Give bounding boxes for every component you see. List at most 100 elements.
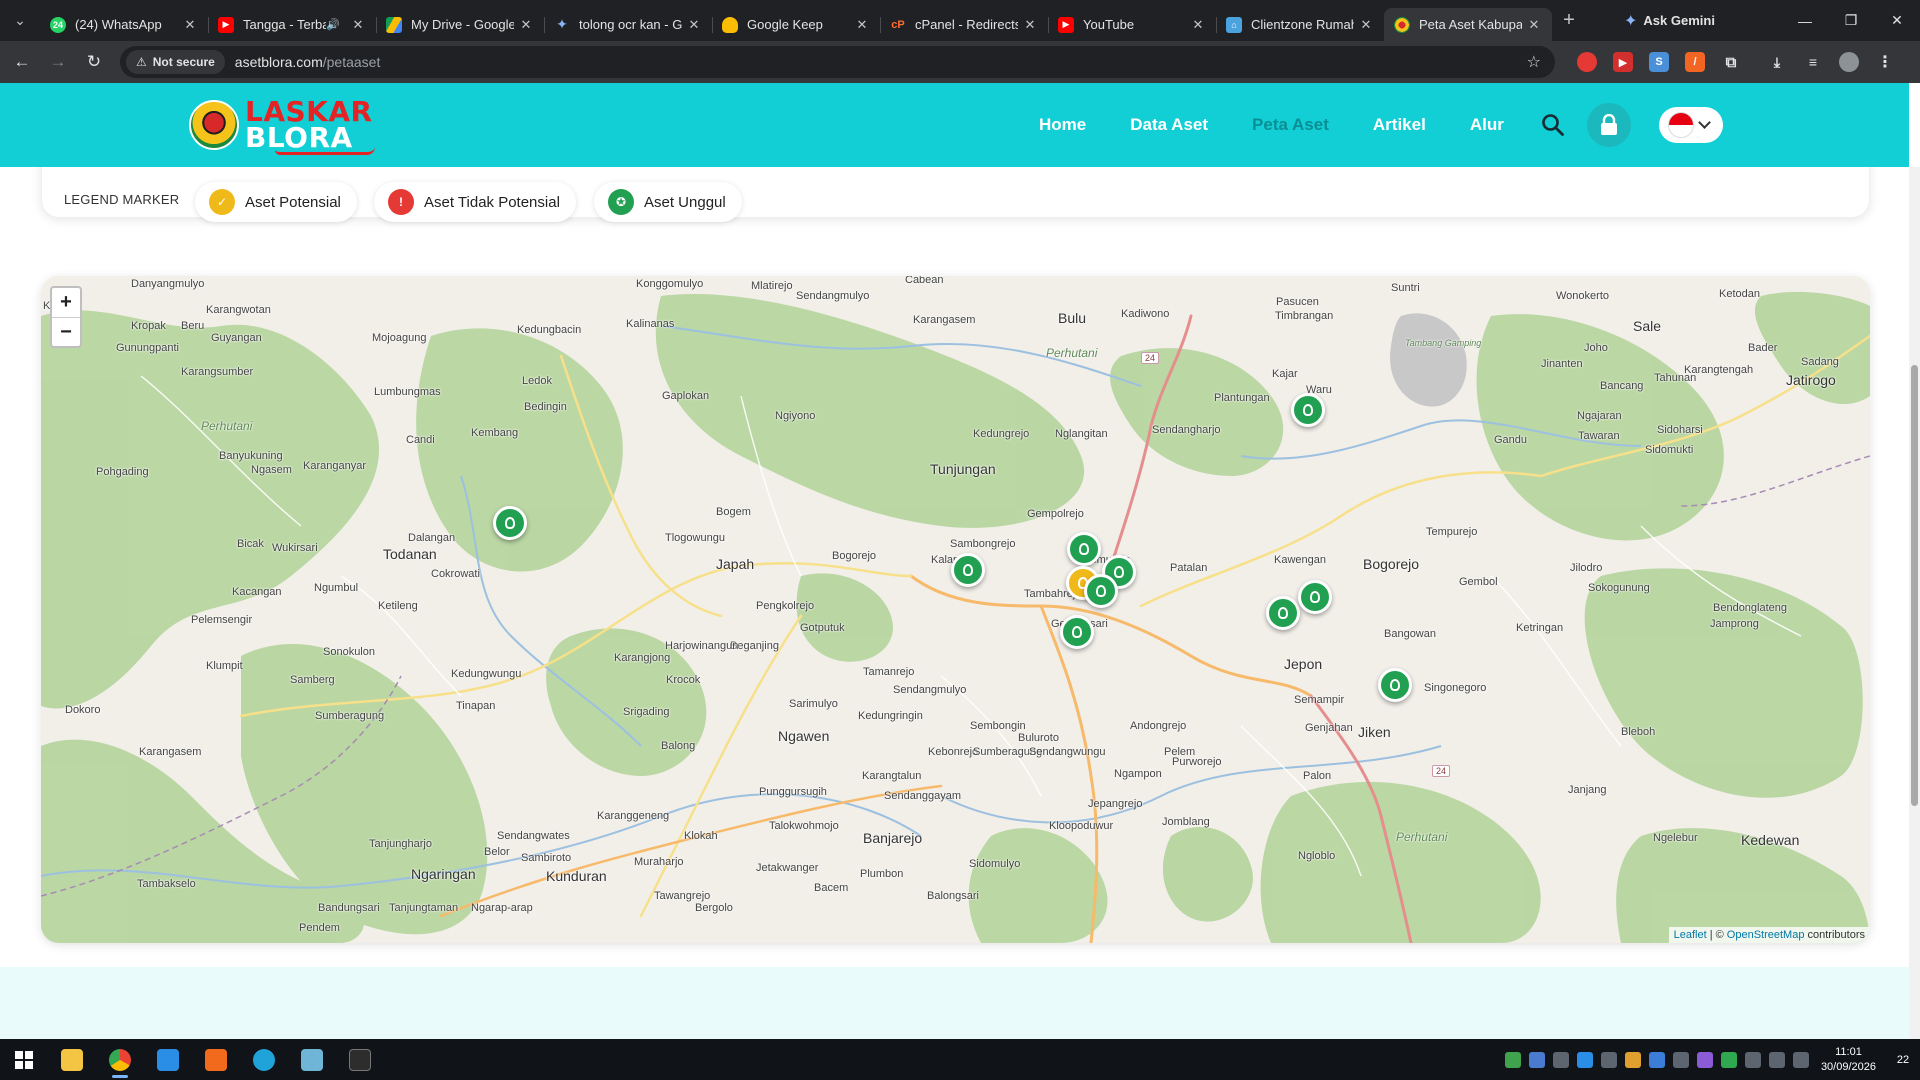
chrome-icon[interactable] (96, 1039, 144, 1080)
tray-app-icon[interactable] (1576, 1051, 1593, 1068)
legend-item-tidak-potensial[interactable]: ! Aset Tidak Potensial (374, 182, 576, 222)
media-control-icon[interactable]: ≡ (1803, 52, 1823, 72)
reload-icon[interactable]: ↻ (80, 48, 108, 76)
close-window-icon[interactable]: ✕ (1874, 0, 1920, 41)
restore-icon[interactable]: ❐ (1828, 0, 1874, 41)
tab-gemini[interactable]: ✦ tolong ocr kan - Gemini ✕ (544, 8, 712, 41)
url-text[interactable]: asetblora.com/petaaset (235, 54, 381, 70)
edge-icon[interactable] (240, 1039, 288, 1080)
bluetooth-icon[interactable] (1744, 1051, 1761, 1068)
nav-artikel[interactable]: Artikel (1373, 115, 1426, 135)
close-icon[interactable]: ✕ (1022, 17, 1038, 33)
asset-marker-unggul[interactable] (951, 553, 985, 587)
map-place-label: Tamanrejo (863, 666, 915, 678)
map-place-label: Sidoharsi (1657, 424, 1703, 436)
security-chip[interactable]: ⚠ Not secure (126, 50, 225, 74)
site-logo[interactable]: LASKAR BLORA (189, 98, 375, 155)
tray-app-icon[interactable] (1696, 1051, 1713, 1068)
tab-peta-aset[interactable]: Peta Aset Kabupaten Blora ✕ (1384, 8, 1552, 41)
nav-home[interactable]: Home (1039, 115, 1086, 135)
sublime-extension-icon[interactable]: / (1685, 52, 1705, 72)
language-selector[interactable] (1659, 107, 1723, 143)
notification-center-icon[interactable]: 22 (1886, 1046, 1920, 1074)
profile-avatar-icon[interactable] (1839, 52, 1859, 72)
zoom-out-button[interactable]: − (52, 317, 80, 346)
close-icon[interactable]: ✕ (1190, 17, 1206, 33)
page-scrollbar[interactable] (1909, 167, 1920, 1039)
close-icon[interactable]: ✕ (686, 17, 702, 33)
new-tab-button[interactable]: + (1552, 0, 1586, 41)
tray-app-icon[interactable] (1624, 1051, 1641, 1068)
tab-clientzone[interactable]: ⌂ Clientzone Rumahweb ✕ (1216, 8, 1384, 41)
map-place-label: Bader (1748, 342, 1778, 354)
tray-app-icon[interactable] (1672, 1051, 1689, 1068)
extensions-puzzle-icon[interactable]: ⧉ (1721, 52, 1741, 72)
terminal-icon[interactable] (336, 1039, 384, 1080)
taskbar-clock[interactable]: 11:01 30/09/2026 (1821, 1045, 1876, 1075)
s-extension-icon[interactable]: S (1649, 52, 1669, 72)
search-icon[interactable] (1540, 112, 1566, 138)
snipping-tool-icon[interactable] (288, 1039, 336, 1080)
download-icon[interactable]: ⤓ (1767, 52, 1787, 72)
map-place-label: Mlatirejo (751, 280, 793, 292)
youtube-extension-icon[interactable]: ▶ (1613, 52, 1633, 72)
tray-app-icon[interactable] (1648, 1051, 1665, 1068)
close-icon[interactable]: ✕ (350, 17, 366, 33)
tab-cpanel[interactable]: cP cPanel - Redirects ✕ (880, 8, 1048, 41)
bookmark-star-icon[interactable]: ☆ (1527, 52, 1541, 72)
asset-marker-unggul[interactable] (1266, 596, 1300, 630)
map-place-label: Sendangmulyo (893, 684, 967, 696)
close-icon[interactable]: ✕ (1358, 17, 1374, 33)
asset-marker-unggul[interactable] (1084, 574, 1118, 608)
address-bar[interactable]: ⚠ Not secure asetblora.com/petaaset ☆ (120, 46, 1555, 78)
adblock-extension-icon[interactable] (1577, 52, 1597, 72)
tray-app-icon[interactable] (1720, 1051, 1737, 1068)
minimize-icon[interactable]: — (1782, 0, 1828, 41)
close-icon[interactable]: ✕ (854, 17, 870, 33)
map-place-label: Pelem (1164, 746, 1196, 758)
close-icon[interactable]: ✕ (1526, 17, 1542, 33)
asset-map[interactable]: Danyangmulyo Kidul Kropak Beru Guyangan … (41, 276, 1870, 943)
asset-marker-unggul[interactable] (1067, 532, 1101, 566)
map-tiles[interactable] (41, 276, 1870, 943)
tab-google-keep[interactable]: Google Keep ✕ (712, 8, 880, 41)
asset-marker-unggul[interactable] (1291, 393, 1325, 427)
tray-app-icon[interactable] (1552, 1051, 1569, 1068)
browser-menu-icon[interactable]: ⋮ (1875, 52, 1895, 72)
back-icon[interactable]: ← (8, 48, 36, 76)
close-icon[interactable]: ✕ (182, 17, 198, 33)
nav-data-aset[interactable]: Data Aset (1130, 115, 1208, 135)
tray-app-icon[interactable] (1528, 1051, 1545, 1068)
asset-marker-unggul[interactable] (1298, 580, 1332, 614)
tab-whatsapp[interactable]: 24 (24) WhatsApp ✕ (40, 8, 208, 41)
close-icon[interactable]: ✕ (518, 17, 534, 33)
asset-marker-unggul[interactable] (1060, 615, 1094, 649)
file-explorer-icon[interactable] (48, 1039, 96, 1080)
nav-peta-aset[interactable]: Peta Aset (1252, 115, 1329, 135)
nav-alur[interactable]: Alur (1470, 115, 1504, 135)
network-icon[interactable] (1768, 1051, 1785, 1068)
tab-youtube[interactable]: ▶ YouTube ✕ (1048, 8, 1216, 41)
forward-icon[interactable]: → (44, 48, 72, 76)
map-place-label: Srigading (623, 706, 670, 718)
zoom-in-button[interactable]: + (52, 288, 80, 317)
vscode-icon[interactable] (144, 1039, 192, 1080)
leaflet-link[interactable]: Leaflet (1674, 929, 1707, 941)
sublime-icon[interactable] (192, 1039, 240, 1080)
speaker-icon[interactable]: 🔊 (326, 18, 340, 31)
tab-youtube-tangga[interactable]: ▶ Tangga - Terbaru 🔊 ✕ (208, 8, 376, 41)
openstreetmap-link[interactable]: OpenStreetMap (1727, 929, 1805, 941)
tab-search-icon[interactable]: ⌄ (0, 0, 40, 41)
ask-gemini-button[interactable]: ✦ Ask Gemini (1624, 11, 1715, 31)
scrollbar-thumb[interactable] (1911, 365, 1918, 806)
legend-item-potensial[interactable]: ✓ Aset Potensial (195, 182, 357, 222)
tray-app-icon[interactable] (1504, 1051, 1521, 1068)
asset-marker-unggul[interactable] (1378, 668, 1412, 702)
legend-item-unggul[interactable]: ✪ Aset Unggul (594, 182, 742, 222)
asset-marker-unggul[interactable] (493, 506, 527, 540)
tray-app-icon[interactable] (1600, 1051, 1617, 1068)
tab-google-drive[interactable]: My Drive - Google Drive ✕ (376, 8, 544, 41)
login-button[interactable] (1587, 103, 1631, 147)
volume-icon[interactable] (1792, 1051, 1809, 1068)
windows-start-icon[interactable] (0, 1039, 48, 1080)
